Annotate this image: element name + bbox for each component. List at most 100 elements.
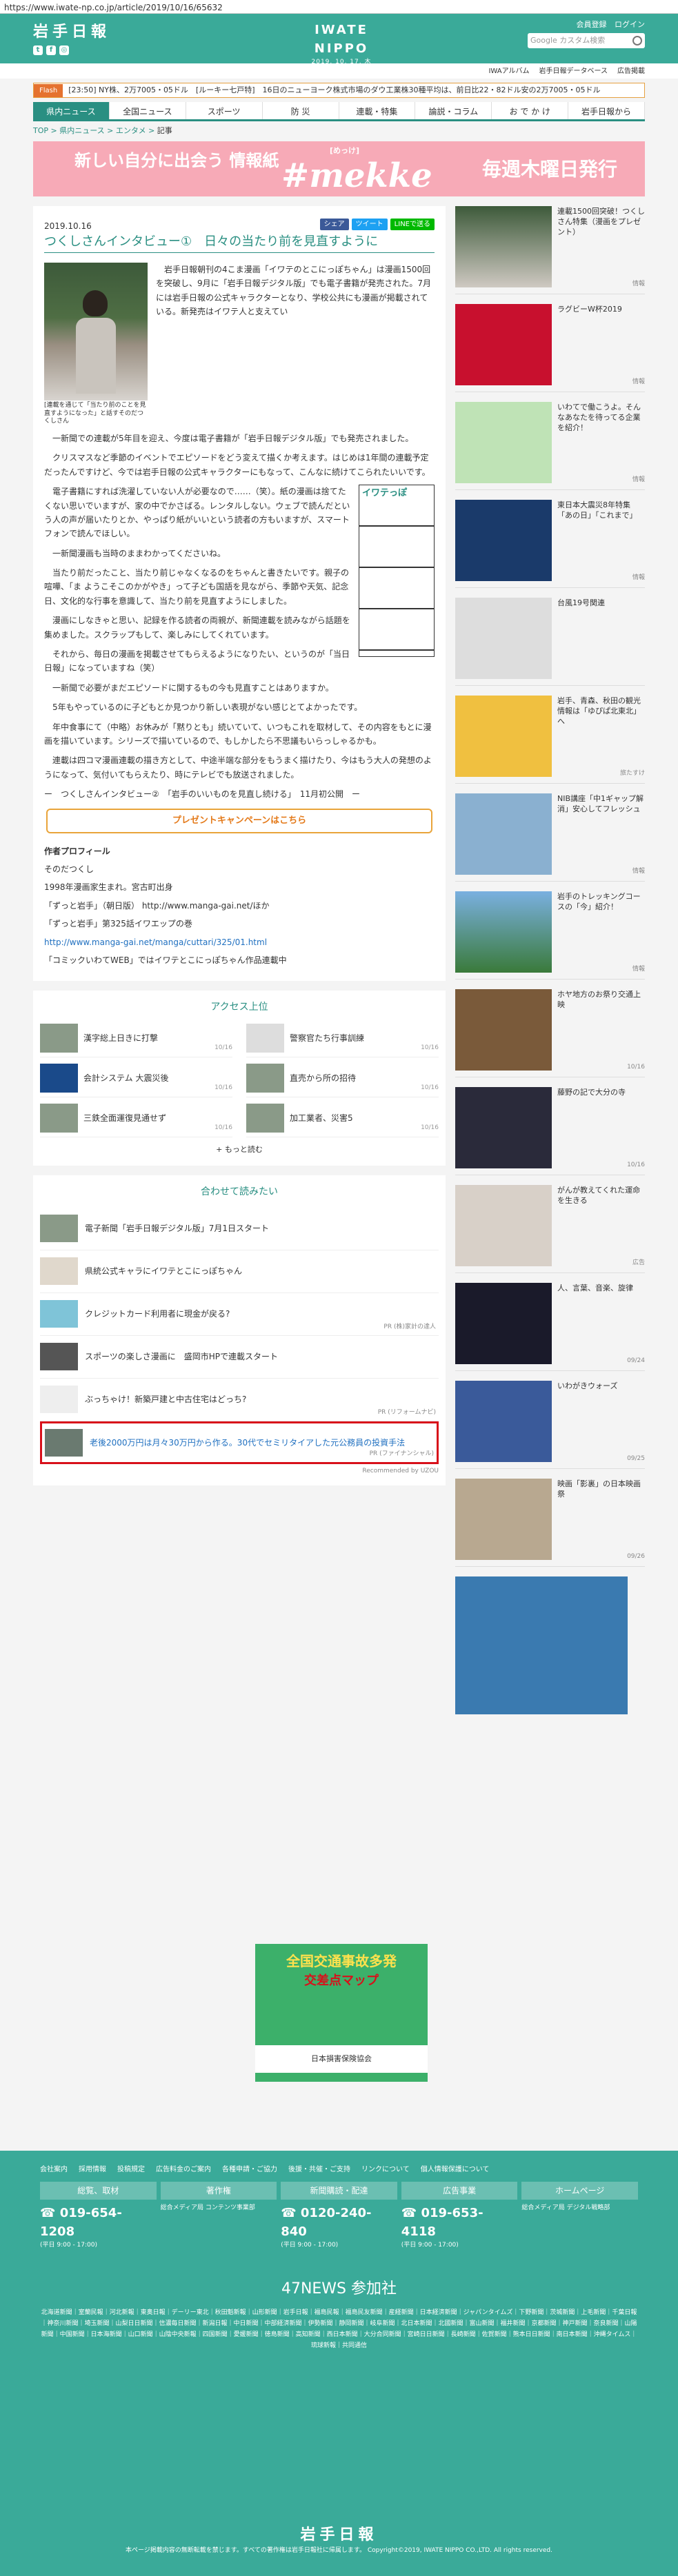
- present-campaign-button[interactable]: プレゼントキャンペーンはこちら: [46, 808, 432, 833]
- footer-link[interactable]: 後援・共催・ご支持: [288, 2164, 350, 2175]
- line-share-button[interactable]: LINEで送る: [390, 218, 435, 230]
- sidebar-thumbnail: [455, 988, 552, 1071]
- nav-disaster[interactable]: 防 災: [263, 102, 339, 119]
- nav-from-nippo[interactable]: 岩手日報から: [568, 102, 645, 119]
- search-input[interactable]: Google カスタム検索: [528, 33, 645, 48]
- sublink-album[interactable]: IWAアルバム: [488, 66, 529, 76]
- sidebar-ad[interactable]: [455, 1576, 628, 1714]
- phone-number[interactable]: ☎ 019-653-4118: [401, 2204, 518, 2241]
- related-item[interactable]: ぶっちゃけ！新築戸建と中古住宅はどっち? PR (リフォームナビ): [40, 1379, 439, 1421]
- crumb-entame[interactable]: エンタメ: [116, 126, 146, 135]
- footer-logo[interactable]: 岩手日報: [0, 2524, 678, 2546]
- sublink-ads[interactable]: 広告掲載: [617, 66, 645, 76]
- brand-logo[interactable]: IWATE NIPPO 2019. 10. 17. 木: [303, 21, 379, 68]
- phone-icon: ☎: [40, 2206, 56, 2220]
- phone-number[interactable]: ☎ 019-654-1208: [40, 2204, 157, 2241]
- sidebar-item[interactable]: ホヤ地方のお祭り交通上映 10/16: [455, 988, 645, 1077]
- footer-link[interactable]: 採用情報: [79, 2164, 106, 2175]
- social-icons: t f ◎: [33, 45, 69, 55]
- sidebar-item[interactable]: いわがきウォーズ 09/25: [455, 1380, 645, 1469]
- phone-number[interactable]: ☎ 0120-240-840: [281, 2204, 397, 2241]
- sidebar-item-date: 09/26: [627, 1553, 645, 1560]
- footer-link[interactable]: 会社案内: [40, 2164, 68, 2175]
- sidebar-item[interactable]: 藤野の記で大分の寺 10/16: [455, 1086, 645, 1175]
- crumb-top[interactable]: TOP: [33, 126, 48, 135]
- footer: 会社案内 採用情報 投稿規定 広告料金のご案内 各種申請・ご協力 後援・共催・ご…: [0, 2151, 678, 2576]
- related-item[interactable]: 電子新聞「岩手日報デジタル版」7月1日スタート: [40, 1208, 439, 1250]
- traffic-map-ad[interactable]: 全国交通事故多発 交差点マップ 日本損害保険協会: [255, 1944, 428, 2082]
- ranking-item-title: 警察官たち行事訓練: [290, 1033, 365, 1043]
- nav-sports[interactable]: スポーツ: [186, 102, 263, 119]
- brand-name: IWATE NIPPO: [314, 23, 369, 56]
- ranking-item[interactable]: 加工業者、災害5 10/16: [246, 1103, 439, 1138]
- nav-features[interactable]: 連載・特集: [339, 102, 416, 119]
- sidebar-item[interactable]: 岩手、青森、秋田の観光情報は「ゆぴぱ北東北」へ 旅たすけ: [455, 695, 645, 784]
- sidebar-item-date: 情報: [632, 281, 645, 287]
- sidebar-item[interactable]: がんが教えてくれた運命を生きる 広告: [455, 1184, 645, 1273]
- contact-hours: (平日 9:00 - 17:00): [40, 2242, 97, 2249]
- footer-link[interactable]: 各種申請・ご協力: [222, 2164, 277, 2175]
- sidebar-item[interactable]: NIB講座「中1ギャップ解消」安心してフレッシュ 情報: [455, 793, 645, 882]
- ranking-item[interactable]: 三鉄全面運復見通せず 10/16: [40, 1103, 232, 1138]
- ranking-item[interactable]: 漢字総上日きに打撃 10/16: [40, 1023, 232, 1058]
- sidebar-item[interactable]: 連載1500回突破！つくしさん特集（漫画をプレゼント） 情報: [455, 205, 645, 294]
- profile-work: 「ずっと岩手」（朝日版） http://www.manga-gai.net/ほか: [44, 900, 270, 911]
- sidebar-item[interactable]: 映画「影裏」の日本映画祭 09/26: [455, 1478, 645, 1567]
- twitter-icon[interactable]: t: [33, 45, 43, 55]
- ranking-title: アクセス上位: [210, 1002, 268, 1013]
- ranking-item[interactable]: 直売から所の招待 10/16: [246, 1063, 439, 1098]
- footer-link[interactable]: リンクについて: [361, 2164, 410, 2175]
- related-item[interactable]: 県統公式キャラにイワテとこにっぽちゃん: [40, 1250, 439, 1293]
- ranking-item[interactable]: 会計システム 大震災後 10/16: [40, 1063, 232, 1098]
- thumbnail: [40, 1257, 78, 1286]
- crumb-local[interactable]: 県内ニュース: [59, 126, 104, 135]
- related-item[interactable]: クレジットカード利用者に現金が戻る? PR (株)家計の達人: [40, 1293, 439, 1336]
- ranking-item[interactable]: 警察官たち行事訓練 10/16: [246, 1023, 439, 1058]
- instagram-icon[interactable]: ◎: [59, 45, 69, 55]
- mekke-banner[interactable]: 新しい自分に出会う 情報紙 [めっけ] #mekke 毎週木曜日発行: [33, 141, 645, 196]
- sidebar-item-title: いわてで働こうよ。そんなあなたを待ってる企業を紹介！: [557, 402, 641, 433]
- contact-col-title: 広告事業: [401, 2182, 518, 2200]
- sidebar-thumbnail: [455, 1282, 552, 1364]
- contact-col: 著作権 総合メディア局 コンテンツ事業部: [160, 2182, 277, 2250]
- manga-strip[interactable]: イワテっぽ: [359, 485, 435, 658]
- register-link[interactable]: 会員登録: [577, 20, 607, 29]
- author-photo[interactable]: [44, 262, 148, 400]
- related-item-highlighted[interactable]: 老後2000万円は月々30万円から作る。30代でセミリタイアした元公務員の投資手…: [40, 1421, 439, 1464]
- tweet-button[interactable]: ツイート: [351, 218, 388, 230]
- nav-local-news[interactable]: 県内ニュース: [33, 102, 110, 119]
- sidebar-thumbnail: [455, 1184, 552, 1266]
- nav-national-news[interactable]: 全国ニュース: [110, 102, 186, 119]
- ranking-item-title: 三鉄全面運復見通せず: [83, 1113, 167, 1123]
- profile-link[interactable]: http://www.manga-gai.net/manga/cuttari/3…: [44, 937, 267, 947]
- sidebar-item[interactable]: 岩手のトレッキングコースの「今」紹介！ 情報: [455, 891, 645, 980]
- contact-col: ホームページ 総合メディア局 デジタル戦略部: [521, 2182, 638, 2250]
- facebook-icon[interactable]: f: [46, 45, 56, 55]
- sidebar-item[interactable]: 台風19号関連: [455, 597, 645, 686]
- article-figure: [連載を通じて「当たり前のことを見直すようになった」と話すそのだつくしさん: [44, 262, 148, 426]
- crumb-current: 記事: [157, 126, 172, 135]
- login-link[interactable]: ログイン: [615, 20, 645, 29]
- nav-outings[interactable]: お で か け: [492, 102, 569, 119]
- footer-link[interactable]: 投稿規定: [117, 2164, 145, 2175]
- header-links: 会員登録 ログイン: [571, 19, 646, 31]
- more-link[interactable]: + もっと読む: [40, 1144, 439, 1156]
- article: 2019.10.16 シェア ツイート LINEで送る つくしさんインタビュー①…: [33, 205, 446, 982]
- flash-news[interactable]: Flash [23:50] NY株、2万7005・05ドル [ルーキー七戸特] …: [33, 83, 645, 98]
- author-profile: 作者プロフィール そのだつくし 1998年漫画家生まれ。宮古町出身 「ずっと岩手…: [44, 844, 435, 968]
- url-bar[interactable]: https://www.iwate-np.co.jp/article/2019/…: [0, 0, 678, 14]
- sidebar-item[interactable]: 人、言葉、音楽、旋律 09/24: [455, 1282, 645, 1371]
- sidebar-item[interactable]: ラグビーW杯2019 情報: [455, 303, 645, 392]
- sidebar-item-date: 09/25: [627, 1455, 645, 1462]
- footer-link[interactable]: 個人情報保護について: [421, 2164, 490, 2175]
- sublink-database[interactable]: 岩手日報データベース: [539, 66, 608, 76]
- related-item[interactable]: スポーツの楽しさ漫画に 盛岡市HPで連載スタート: [40, 1336, 439, 1379]
- sidebar-item[interactable]: 東日本大震災8年特集「あの日」「これまで」 情報: [455, 499, 645, 588]
- site-logo[interactable]: 岩手日報: [33, 21, 110, 43]
- sidebar-item[interactable]: いわてで働こうよ。そんなあなたを待ってる企業を紹介！ 情報: [455, 401, 645, 490]
- nav-columns[interactable]: 論説・コラム: [415, 102, 492, 119]
- footer-link[interactable]: 広告料金のご案内: [156, 2164, 211, 2175]
- search-icon[interactable]: [632, 36, 642, 45]
- profile-bio: 1998年漫画家生まれ。宮古町出身: [44, 882, 173, 893]
- facebook-share-button[interactable]: シェア: [319, 218, 349, 230]
